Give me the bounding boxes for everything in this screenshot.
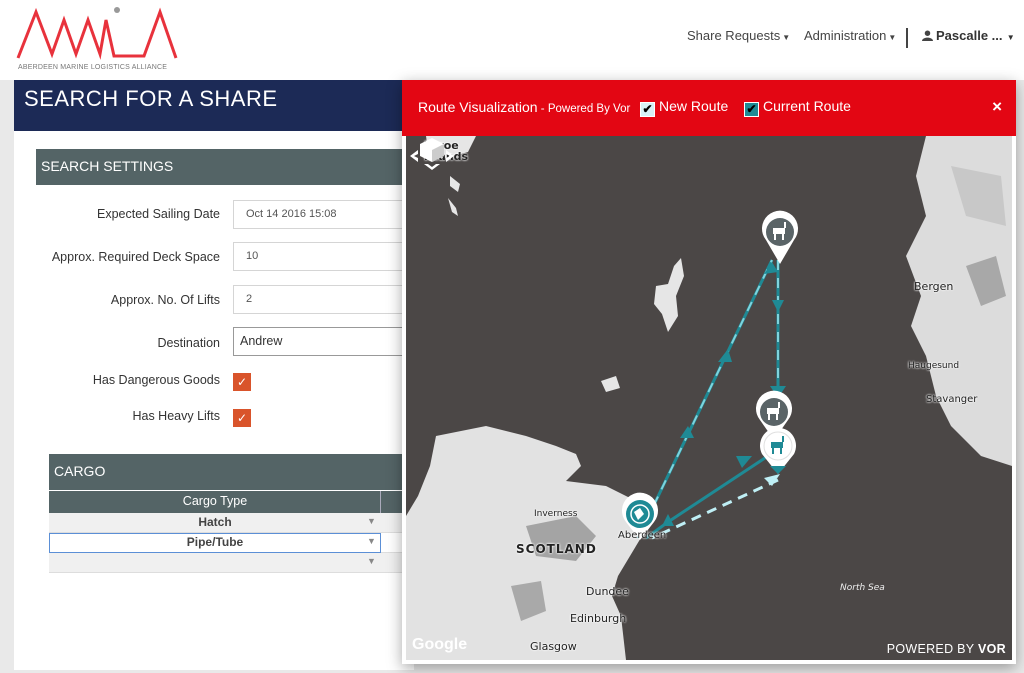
platform-marker-north[interactable]: [762, 210, 798, 264]
search-settings-title: SEARCH SETTINGS: [41, 158, 174, 174]
map-label-glasgow: Glasgow: [530, 640, 577, 653]
new-route-label: New Route: [659, 98, 729, 114]
nav-administration-label: Administration: [804, 28, 887, 43]
route-arrow-icon: [718, 349, 732, 362]
map-label-haugesund: Haugesund: [908, 361, 960, 371]
land-orkney: [601, 376, 620, 392]
powered-by-vor: POWERED BY VOR: [887, 642, 1006, 656]
caret-down-icon: ▼: [1004, 33, 1015, 42]
new-route-checkbox[interactable]: ✔: [640, 102, 655, 117]
cargo-header: CARGO: [49, 454, 406, 490]
sailing-date-label: Expected Sailing Date: [97, 207, 220, 221]
google-attribution[interactable]: Google: [412, 636, 467, 654]
map-label-aberdeen: Aberdeen: [618, 530, 667, 541]
app-root: ABERDEEN MARINE LOGISTICS ALLIANCE Share…: [0, 0, 1024, 673]
page-title: SEARCH FOR A SHARE: [24, 86, 278, 111]
map-label-bergen: Bergen: [914, 280, 954, 293]
cargo-type-cell: Pipe/Tube: [186, 535, 244, 549]
land-shetland: [654, 258, 684, 332]
route-arrow-icon: [772, 300, 784, 312]
deck-space-input[interactable]: 10: [233, 242, 408, 271]
land-faroe-small: [448, 198, 458, 216]
map-label-edinburgh: Edinburgh: [570, 612, 627, 625]
lifts-input[interactable]: 2: [233, 285, 408, 314]
land-faroe-small: [450, 176, 460, 192]
sailing-date-input[interactable]: Oct 14 2016 15:08: [233, 200, 408, 229]
powered-by-brand: VOR: [978, 642, 1006, 656]
cargo-row[interactable]: Pipe/Tube ▼: [49, 533, 406, 553]
route-arrow-icon: [764, 262, 778, 274]
platform-marker-new[interactable]: [760, 427, 796, 474]
current-route-label: Current Route: [763, 98, 851, 114]
dangerous-goods-checkbox[interactable]: ✓: [233, 373, 251, 391]
column-divider: [380, 491, 381, 513]
map-label-inverness: Inverness: [534, 509, 578, 519]
dropdown-arrow-icon[interactable]: ▼: [367, 536, 376, 546]
nav-administration[interactable]: Administration ▼: [804, 28, 896, 43]
destination-input[interactable]: Andrew: [233, 327, 408, 356]
new-route-toggle[interactable]: ✔ New Route: [640, 98, 728, 117]
route-visualization-modal: Route Visualization - Powered By Vor ✔ Ne…: [402, 80, 1016, 664]
current-route-checkbox[interactable]: ✔: [744, 102, 759, 117]
user-menu[interactable]: Pascalle ... ▼: [922, 28, 1015, 43]
modal-header: Route Visualization - Powered By Vor ✔ Ne…: [402, 80, 1016, 136]
nav-share-requests-label: Share Requests: [687, 28, 781, 43]
map-label-north-sea: North Sea: [840, 583, 885, 593]
dangerous-goods-label: Has Dangerous Goods: [92, 373, 220, 387]
nav-share-requests[interactable]: Share Requests ▼: [687, 28, 790, 43]
powered-by-text: POWERED BY: [886, 642, 975, 656]
map-label-dundee: Dundee: [586, 585, 629, 598]
check-icon: ✓: [236, 411, 248, 425]
cargo-title: CARGO: [54, 463, 106, 479]
dropdown-arrow-icon[interactable]: ▼: [367, 556, 376, 566]
search-settings-header: SEARCH SETTINGS: [36, 149, 406, 185]
heavy-lifts-checkbox[interactable]: ✓: [233, 409, 251, 427]
deck-space-label: Approx. Required Deck Space: [51, 250, 220, 264]
cargo-row[interactable]: Hatch ▼: [49, 513, 406, 533]
dropdown-arrow-icon[interactable]: ▼: [367, 516, 376, 526]
nav-divider: [906, 28, 908, 48]
cargo-table-header: Cargo Type: [49, 491, 406, 513]
current-route-toggle[interactable]: ✔ Current Route: [744, 98, 851, 117]
modal-subtitle: - Powered By Vor: [537, 103, 631, 115]
cargo-row[interactable]: ▼: [49, 553, 406, 573]
lifts-label: Approx. No. Of Lifts: [110, 293, 220, 307]
user-icon: [922, 30, 933, 41]
map-label-stavanger: Stavanger: [926, 394, 978, 405]
caret-down-icon: ▼: [888, 33, 897, 42]
route-arrow-icon: [736, 456, 752, 468]
caret-down-icon: ▼: [782, 33, 791, 42]
check-icon: ✓: [236, 375, 248, 389]
route-map[interactable]: FaroeIslands Bergen Haugesund Stavanger …: [406, 136, 1012, 660]
map-label-scotland: SCOTLAND: [516, 542, 597, 556]
close-icon[interactable]: ×: [992, 97, 1002, 117]
vor-logo-icon: [410, 138, 454, 170]
heavy-lifts-label: Has Heavy Lifts: [132, 409, 220, 423]
page-title-bar: SEARCH FOR A SHARE: [14, 80, 414, 131]
new-route-line: [651, 478, 779, 540]
cargo-type-column-header[interactable]: Cargo Type: [49, 494, 381, 508]
modal-title: Route Visualization - Powered By Vor: [418, 99, 630, 115]
modal-title-text: Route Visualization: [418, 99, 538, 115]
logo-tagline: ABERDEEN MARINE LOGISTICS ALLIANCE: [18, 64, 168, 71]
top-navbar: ABERDEEN MARINE LOGISTICS ALLIANCE Share…: [0, 0, 1024, 80]
user-name: Pascalle ...: [936, 28, 1003, 43]
destination-label: Destination: [157, 336, 220, 350]
cargo-type-cell: Hatch: [198, 515, 232, 529]
map-canvas: [406, 136, 1012, 660]
